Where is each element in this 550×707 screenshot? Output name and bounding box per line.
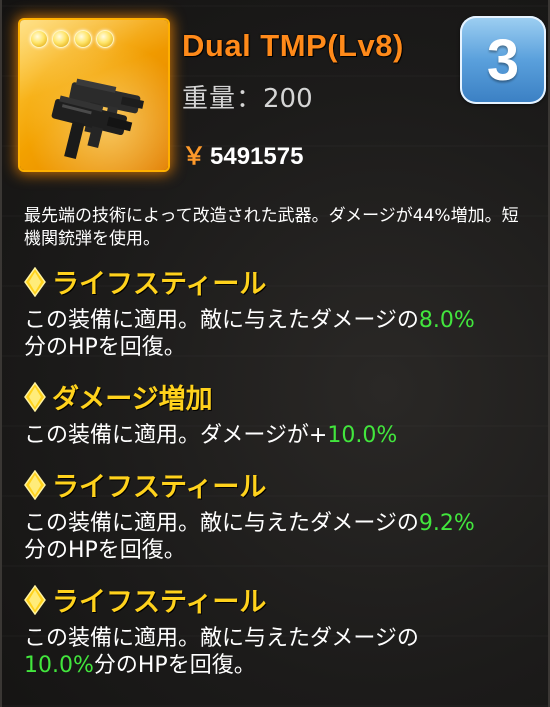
diamond-icon xyxy=(24,584,46,615)
star-icon xyxy=(96,30,114,48)
ability-desc-prefix: この装備に適用。敵に与えたダメージの xyxy=(24,626,419,651)
yen-icon: ￥ xyxy=(182,143,206,170)
ability-value: 8.0% xyxy=(418,308,475,333)
ability-title-text: ライフスティール xyxy=(52,472,267,503)
ability-desc-suffix: 分のHPを回復。 xyxy=(93,653,256,678)
item-detail-panel: Dual TMP(Lv8) 重量：200 ￥ 5491575 3 最先端の技術に… xyxy=(0,0,550,707)
diamond-icon xyxy=(24,266,46,297)
ability-3: ライフスティール この装備に適用。敵に与えたダメージの9.2% 分のHPを回復。 xyxy=(24,465,534,564)
ability-description: この装備に適用。敵に与えたダメージの 10.0%分のHPを回復。 xyxy=(24,625,534,679)
ability-desc-prefix: この装備に適用。敵に与えたダメージの xyxy=(24,511,419,536)
item-weight: 重量：200 xyxy=(182,78,313,115)
star-icon xyxy=(74,30,92,48)
ability-title-text: ダメージ増加 xyxy=(52,384,213,415)
ability-title: ライフスティール xyxy=(24,580,534,619)
ability-title: ライフスティール xyxy=(24,465,534,504)
ability-description: この装備に適用。敵に与えたダメージの8.0% 分のHPを回復。 xyxy=(24,307,534,361)
ability-desc-suffix: 分のHPを回復。 xyxy=(24,538,186,563)
smg-gun-icon xyxy=(51,78,144,159)
weight-value: 200 xyxy=(263,84,313,114)
weight-label: 重量： xyxy=(182,84,264,114)
star-icon xyxy=(30,30,48,48)
rank-badge: 3 xyxy=(460,16,546,104)
ability-desc-suffix: 分のHPを回復。 xyxy=(24,335,186,360)
item-description: 最先端の技術によって改造された武器。ダメージが44%増加。短機関銃弾を使用。 xyxy=(24,206,519,249)
ability-desc-prefix: この装備に適用。敵に与えたダメージの xyxy=(24,308,419,333)
ability-4: ライフスティール この装備に適用。敵に与えたダメージの 10.0%分のHPを回復。 xyxy=(24,580,534,679)
price-value: 5491575 xyxy=(210,143,304,170)
ability-value: 10.0% xyxy=(24,653,94,678)
ability-title: ライフスティール xyxy=(24,262,534,301)
diamond-icon xyxy=(24,469,46,500)
ability-desc-prefix: この装備に適用。ダメージが+ xyxy=(24,423,328,448)
ability-2: ダメージ増加 この装備に適用。ダメージが+10.0% xyxy=(24,377,534,449)
ability-description: この装備に適用。敵に与えたダメージの9.2% 分のHPを回復。 xyxy=(24,510,534,564)
ability-value: 10.0% xyxy=(327,423,398,448)
diamond-icon xyxy=(24,381,46,412)
ability-title: ダメージ増加 xyxy=(24,377,534,416)
ability-value: 9.2% xyxy=(418,511,475,536)
item-price: ￥ 5491575 xyxy=(182,136,303,171)
ability-title-text: ライフスティール xyxy=(52,587,267,618)
rarity-stars xyxy=(30,30,114,48)
ability-1: ライフスティール この装備に適用。敵に与えたダメージの8.0% 分のHPを回復。 xyxy=(24,262,534,361)
item-card xyxy=(20,20,168,170)
ability-title-text: ライフスティール xyxy=(52,269,267,300)
star-icon xyxy=(52,30,70,48)
item-name: Dual TMP(Lv8) xyxy=(182,28,404,63)
ability-description: この装備に適用。ダメージが+10.0% xyxy=(24,422,534,449)
